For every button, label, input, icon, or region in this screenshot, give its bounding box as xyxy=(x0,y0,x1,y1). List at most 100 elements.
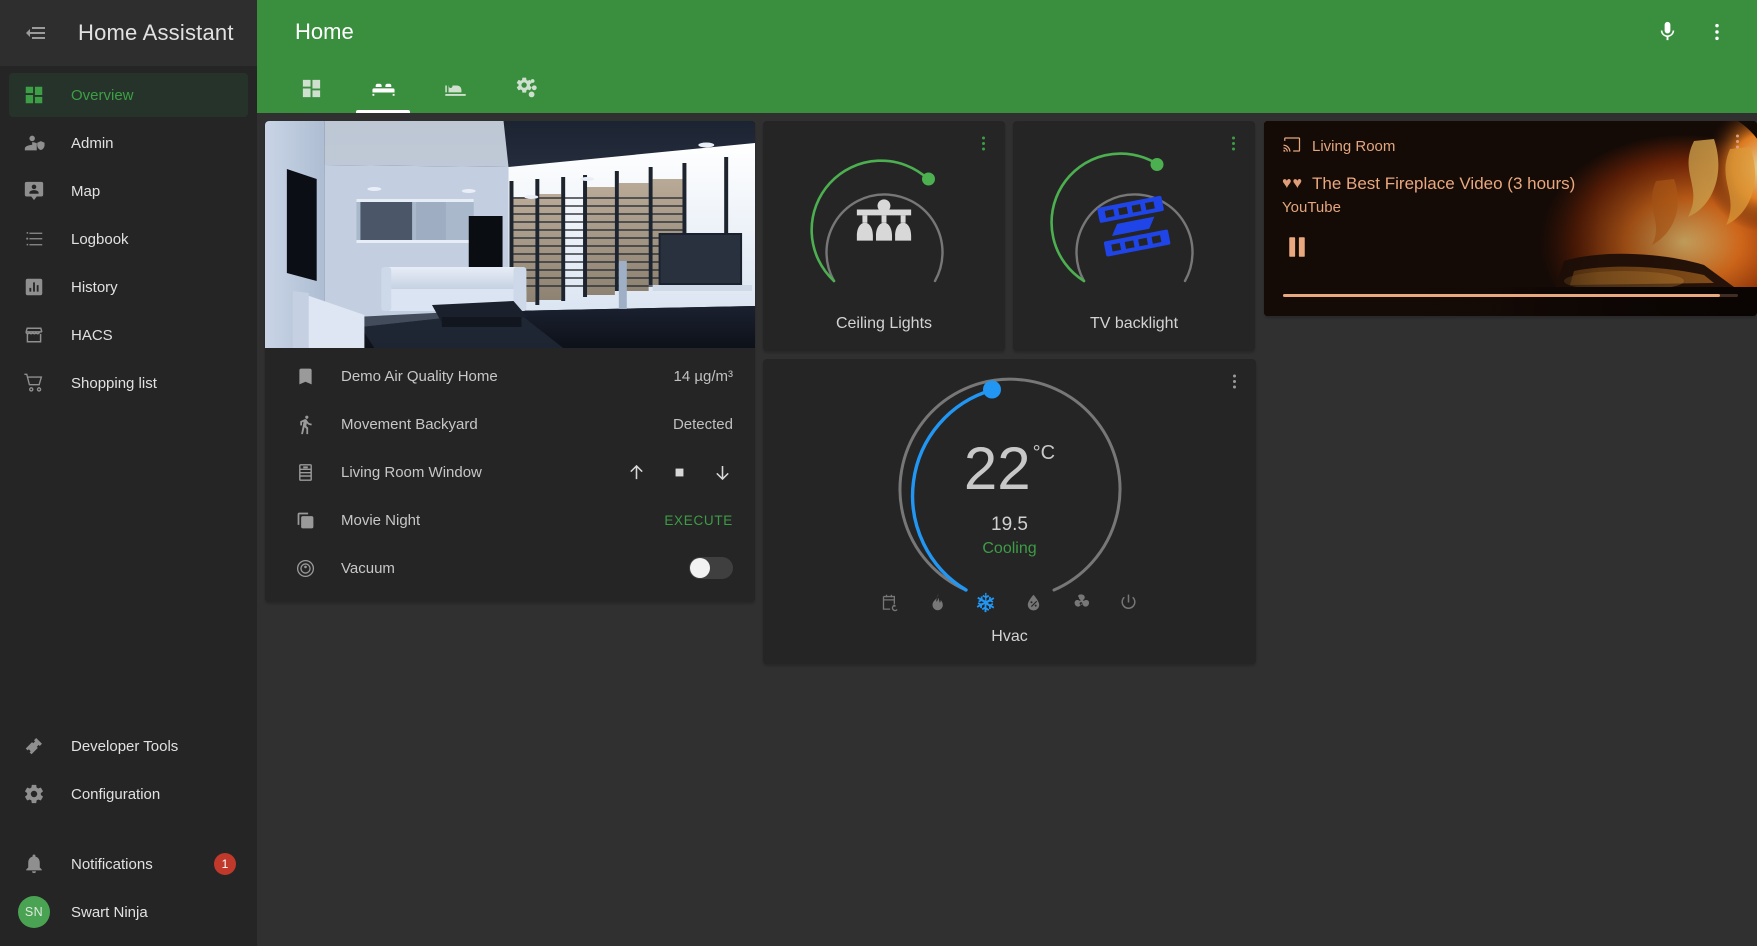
arrow-up-icon[interactable] xyxy=(626,462,647,483)
fan-icon[interactable] xyxy=(1070,592,1092,614)
power-icon[interactable] xyxy=(1118,592,1139,613)
hearts-icon: ♥♥ xyxy=(1282,175,1303,192)
media-source-name: Living Room xyxy=(1312,138,1396,155)
sidebar-item-history[interactable]: History xyxy=(9,265,248,309)
sidebar-item-hacs[interactable]: HACS xyxy=(9,313,248,357)
sidebar-item-shopping-list[interactable]: Shopping list xyxy=(9,361,248,405)
media-progress-fill xyxy=(1283,294,1720,297)
entity-value: Detected xyxy=(672,415,733,433)
pause-icon[interactable] xyxy=(1282,232,1312,262)
bell-icon xyxy=(15,853,53,875)
light-name: Ceiling Lights xyxy=(835,315,933,332)
sidebar-item-notifications[interactable]: Notifications 1 xyxy=(9,842,248,886)
media-app-name: YouTube xyxy=(1282,199,1341,216)
sidebar-item-map[interactable]: Map xyxy=(9,169,248,213)
thermostat-card[interactable]: 22 °C 19.5 Cooling Hvac xyxy=(763,359,1256,664)
tab-settings[interactable] xyxy=(491,63,563,113)
microphone-icon[interactable] xyxy=(1645,10,1689,54)
sidebar-nav-bottom: Developer Tools Configuration Notificati… xyxy=(0,724,257,946)
map-marker-account-icon xyxy=(15,180,53,202)
chart-box-icon xyxy=(15,276,53,298)
sidebar-item-developer-tools[interactable]: Developer Tools xyxy=(9,724,248,768)
water-percent-icon[interactable] xyxy=(1023,592,1044,613)
brightness-dial[interactable] xyxy=(1013,131,1255,296)
gear-icon xyxy=(15,783,53,805)
sidebar-item-admin[interactable]: Admin xyxy=(9,121,248,165)
list-item[interactable]: Vacuum xyxy=(265,544,755,592)
toolbar-actions xyxy=(1645,10,1739,54)
cast-connected-icon xyxy=(1282,135,1301,158)
list-item[interactable]: Movement Backyard Detected xyxy=(265,400,755,448)
dashboard-column-2: Ceiling Lights TV backlight 22 °C 19.5 C… xyxy=(763,121,1256,664)
sidebar-item-label: Configuration xyxy=(71,785,161,803)
app-toolbar: Home xyxy=(257,0,1757,113)
sidebar-item-label: Admin xyxy=(71,134,114,152)
notification-badge: 1 xyxy=(214,853,236,875)
temperature-dial[interactable] xyxy=(763,369,1256,604)
sidebar-item-label: History xyxy=(71,278,118,296)
thermostat-name: Hvac xyxy=(991,628,1028,645)
dots-vertical-icon[interactable] xyxy=(1695,10,1739,54)
media-progress-bar[interactable] xyxy=(1283,294,1738,297)
sidebar-item-label: Developer Tools xyxy=(71,737,179,755)
light-card-tv-backlight[interactable]: TV backlight xyxy=(1013,121,1255,351)
picture-entities-card: Demo Air Quality Home 14 µg/m³ Movement … xyxy=(265,121,755,602)
fire-icon[interactable] xyxy=(927,592,948,613)
account-shield-icon xyxy=(15,132,53,154)
tab-bedroom[interactable] xyxy=(419,63,491,113)
sidebar-item-label: Shopping list xyxy=(71,374,157,392)
calendar-sync-icon[interactable] xyxy=(880,592,901,613)
sidebar-item-label: Logbook xyxy=(71,230,129,248)
light-tiles-row: Ceiling Lights TV backlight xyxy=(763,121,1256,351)
hvac-mode-buttons xyxy=(763,591,1256,614)
entity-name: Movie Night xyxy=(341,511,421,529)
sidebar-item-label: Swart Ninja xyxy=(71,903,148,921)
entity-name: Living Room Window xyxy=(341,463,482,481)
toggle-knob xyxy=(690,558,710,578)
sidebar-item-logbook[interactable]: Logbook xyxy=(9,217,248,261)
tab-home[interactable] xyxy=(275,63,347,113)
run-icon xyxy=(291,414,319,435)
sidebar-header: Home Assistant xyxy=(0,0,257,66)
script-icon xyxy=(291,510,319,531)
sidebar-item-user-profile[interactable]: SN Swart Ninja xyxy=(9,890,248,934)
vacuum-toggle[interactable] xyxy=(689,557,733,579)
sidebar-nav-top: Overview Admin Map Logbook History HACS … xyxy=(0,66,257,409)
menu-collapse-icon[interactable] xyxy=(14,11,58,55)
stop-square-icon[interactable] xyxy=(669,462,690,483)
media-control-card[interactable]: Living Room ♥♥ The Best Fireplace Video … xyxy=(1264,121,1757,316)
media-source: Living Room xyxy=(1282,135,1739,158)
entity-value: 14 µg/m³ xyxy=(673,367,734,385)
dashboard-column-3: Living Room ♥♥ The Best Fireplace Video … xyxy=(1264,121,1757,316)
living-room-3d-render[interactable] xyxy=(265,121,755,348)
view-dashboard-icon xyxy=(15,84,53,106)
list-item[interactable]: Demo Air Quality Home 14 µg/m³ xyxy=(265,352,755,400)
storefront-icon xyxy=(15,324,53,346)
media-info: Living Room ♥♥ The Best Fireplace Video … xyxy=(1264,121,1757,316)
sidebar-divider-gap xyxy=(0,820,257,842)
page-title: Home xyxy=(295,18,354,44)
sidebar-item-label: Overview xyxy=(71,86,134,104)
cart-icon xyxy=(15,372,53,394)
list-item[interactable]: Living Room Window xyxy=(265,448,755,496)
list-item[interactable]: Movie Night EXECUTE xyxy=(265,496,755,544)
light-card-ceiling-lights[interactable]: Ceiling Lights xyxy=(763,121,1005,351)
avatar: SN xyxy=(15,896,53,928)
tab-living-room[interactable] xyxy=(347,63,419,113)
snowflake-icon[interactable] xyxy=(974,591,997,614)
hammer-icon xyxy=(15,735,53,757)
sidebar-item-label: HACS xyxy=(71,326,113,344)
light-name: TV backlight xyxy=(1089,315,1179,332)
sidebar: Home Assistant Overview Admin Map Logboo… xyxy=(0,0,257,946)
blinds-icon xyxy=(291,462,319,483)
sidebar-item-overview[interactable]: Overview xyxy=(9,73,248,117)
arrow-down-icon[interactable] xyxy=(712,462,733,483)
dashboard-grid: Demo Air Quality Home 14 µg/m³ Movement … xyxy=(257,113,1757,946)
execute-button[interactable]: EXECUTE xyxy=(664,513,733,528)
entity-list: Demo Air Quality Home 14 µg/m³ Movement … xyxy=(265,348,755,602)
entity-name: Demo Air Quality Home xyxy=(341,367,498,385)
brightness-dial[interactable] xyxy=(763,131,1005,296)
format-list-bulleted-icon xyxy=(15,228,53,250)
sidebar-item-configuration[interactable]: Configuration xyxy=(9,772,248,816)
main-area: Home Demo Air Quality Home 14 µg/m³ Move… xyxy=(257,0,1757,946)
